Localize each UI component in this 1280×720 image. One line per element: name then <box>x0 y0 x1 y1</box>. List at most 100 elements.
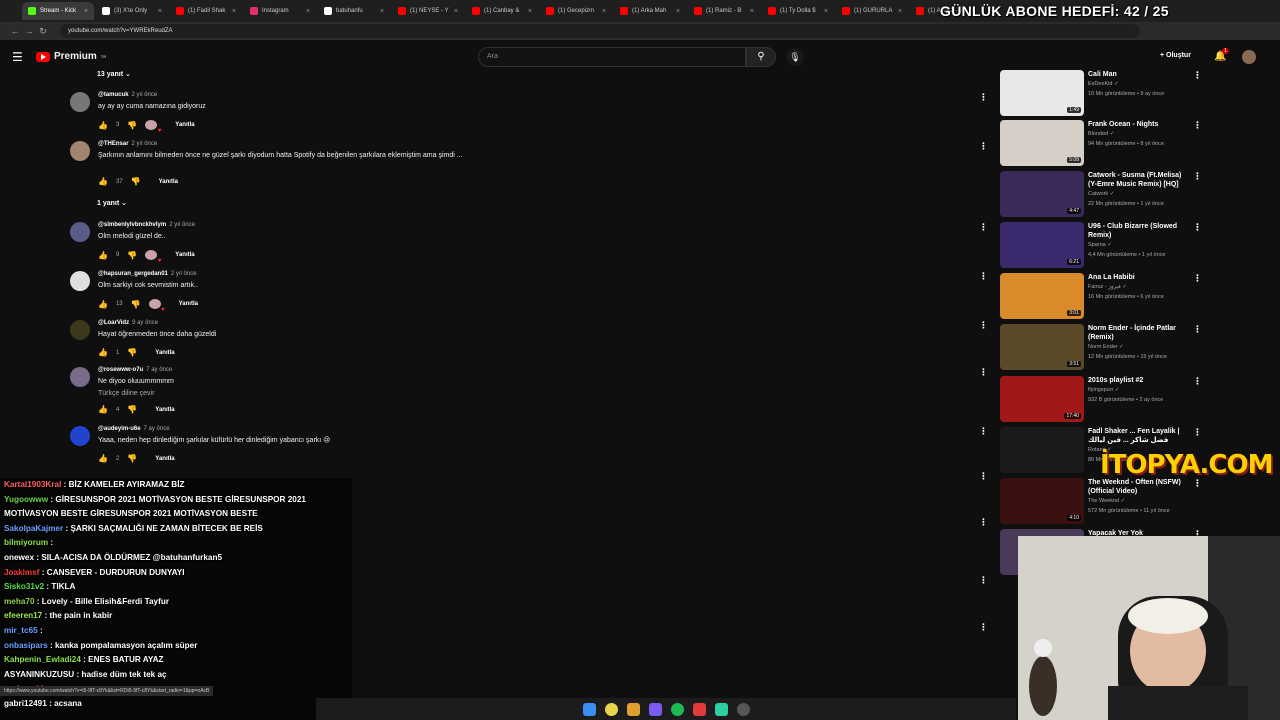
video-thumbnail[interactable]: 3:51 <box>1000 324 1084 370</box>
back-icon[interactable]: ← <box>8 26 22 36</box>
file-explorer-icon[interactable] <box>626 702 640 716</box>
replies-toggle[interactable]: 1 yanıt ⌄ <box>97 199 127 207</box>
mic-button[interactable]: 🎙 <box>786 48 804 66</box>
video-channel[interactable]: Norm Ender ✓ <box>1088 344 1124 350</box>
related-video[interactable]: 6:21 U96 - Club Bizarre (Slowed Remix) Spa… <box>1000 222 1205 270</box>
video-title[interactable]: 2010s playlist #2 <box>1088 376 1188 385</box>
video-title[interactable]: Fadl Shaker ... Fen Layalik | فضل شاكر .… <box>1088 427 1188 445</box>
more-actions-icon[interactable]: ⋮ <box>979 271 988 282</box>
video-title[interactable]: Ana La Habibi <box>1088 273 1188 282</box>
avatar[interactable] <box>70 426 90 446</box>
search-input[interactable]: Ara <box>478 47 746 67</box>
reply-button[interactable]: Yanıtla <box>155 456 174 462</box>
menu-icon[interactable]: ☰ <box>12 50 23 64</box>
related-video[interactable]: 4:47 Catwork - Susma (Ft.Melisa) (Y-Emre … <box>1000 171 1205 219</box>
browser-tab[interactable]: (1) Ty Dolla $ × <box>762 2 834 20</box>
comment-time[interactable]: 2 yıl önce <box>171 271 197 277</box>
app-green-icon[interactable] <box>714 702 728 716</box>
browser-tab[interactable]: (1) NEYSE - Y × <box>392 2 464 20</box>
video-channel[interactable]: Sparna ✓ <box>1088 242 1112 248</box>
more-actions-icon[interactable]: ⋮ <box>1193 273 1202 284</box>
like-icon[interactable]: 👍 <box>98 177 108 186</box>
more-actions-icon[interactable]: ⋮ <box>1193 376 1202 387</box>
comment-author[interactable]: @audeyim-u6e <box>98 426 141 432</box>
close-icon[interactable]: × <box>158 8 162 15</box>
video-title[interactable]: Norm Ender - İçinde Patlar (Remix) <box>1088 324 1188 342</box>
browser-tab[interactable]: (1) Arka Mah × <box>614 2 686 20</box>
search-button[interactable]: ⚲ <box>746 47 776 67</box>
related-video[interactable]: 5:08 Frank Ocean - Nights Blonded ✓ 94 Mn g… <box>1000 120 1205 168</box>
spotify-icon[interactable] <box>670 702 684 716</box>
like-icon[interactable]: 👍 <box>98 348 108 357</box>
comment-time[interactable]: 7 ay önce <box>144 426 170 432</box>
like-icon[interactable]: 👍 <box>98 251 108 260</box>
browser-tab[interactable]: (1) Canbay & × <box>466 2 538 20</box>
more-actions-icon[interactable]: ⋮ <box>979 426 988 437</box>
comment-time[interactable]: 9 ay önce <box>132 320 158 326</box>
comment-author[interactable]: @hapsuran_gergedan01 <box>98 271 168 277</box>
close-icon[interactable]: × <box>750 8 754 15</box>
video-thumbnail[interactable]: 1:49 <box>1000 70 1084 116</box>
comment-author[interactable]: @THEnsar <box>98 141 129 147</box>
more-actions-icon[interactable]: ⋮ <box>979 92 988 103</box>
video-title[interactable]: Catwork - Susma (Ft.Melisa) (Y-Emre Musi… <box>1088 171 1188 189</box>
related-video[interactable]: 3:01 Ana La Habibi Fairuz - فيروز ✓ 16 Mn g… <box>1000 273 1205 321</box>
dislike-icon[interactable]: 👎 <box>127 121 137 130</box>
related-video[interactable]: 1:49 Cali Man EsDeeKid ✓ 10 Mn görüntüleme … <box>1000 70 1205 118</box>
browser-tab[interactable]: (1) Fadil Shak × <box>170 2 242 20</box>
like-icon[interactable]: 👍 <box>98 121 108 130</box>
close-icon[interactable]: × <box>602 8 606 15</box>
video-channel[interactable]: Catwork ✓ <box>1088 191 1114 197</box>
more-actions-icon[interactable]: ⋮ <box>979 622 988 633</box>
avatar[interactable] <box>70 92 90 112</box>
related-video[interactable]: 17:40 2010s playlist #2 flyingspurr ✓ 932 B… <box>1000 376 1205 424</box>
close-icon[interactable]: × <box>824 8 828 15</box>
close-icon[interactable]: × <box>232 8 236 15</box>
browser-tab[interactable]: (1) Ramiz - B × <box>688 2 760 20</box>
youtube-logo[interactable]: Premium TR <box>36 51 106 62</box>
translate-link[interactable]: Türkçe diline çevir <box>98 389 468 399</box>
close-icon[interactable]: × <box>306 8 310 15</box>
avatar[interactable] <box>70 141 90 161</box>
browser-tab[interactable]: Stream - Kick × <box>22 2 94 20</box>
related-video[interactable]: 3:51 Norm Ender - İçinde Patlar (Remix) No… <box>1000 324 1205 372</box>
reply-button[interactable]: Yanıtla <box>155 407 174 413</box>
replies-toggle-top[interactable]: 13 yanıt ⌄ <box>97 70 131 78</box>
video-channel[interactable]: Fairuz - فيروز ✓ <box>1088 284 1127 290</box>
video-channel[interactable]: Blonded ✓ <box>1088 131 1114 137</box>
close-icon[interactable]: × <box>380 8 384 15</box>
comment-author[interactable]: @tamucuk <box>98 92 129 98</box>
reply-button[interactable]: Yanıtla <box>175 122 194 128</box>
video-title[interactable]: Frank Ocean - Nights <box>1088 120 1188 129</box>
obs-icon[interactable] <box>736 702 750 716</box>
video-thumbnail[interactable]: 6:21 <box>1000 222 1084 268</box>
more-actions-icon[interactable]: ⋮ <box>979 471 988 482</box>
video-thumbnail[interactable] <box>1000 427 1084 473</box>
url-input[interactable]: youtube.com/watch?v=YWREkReudZA <box>60 24 1140 38</box>
app-x-icon[interactable] <box>692 702 706 716</box>
more-actions-icon[interactable]: ⋮ <box>979 222 988 233</box>
video-thumbnail[interactable]: 4:10 <box>1000 478 1084 524</box>
video-channel[interactable]: The Weeknd ✓ <box>1088 498 1125 504</box>
more-actions-icon[interactable]: ⋮ <box>979 517 988 528</box>
comment-time[interactable]: 7 ay önce <box>146 367 172 373</box>
browser-tab[interactable]: Instagram × <box>244 2 316 20</box>
avatar[interactable] <box>70 271 90 291</box>
create-button[interactable]: + Oluştur <box>1160 52 1191 59</box>
like-icon[interactable]: 👍 <box>98 454 108 463</box>
reply-button[interactable]: Yanıtla <box>175 252 194 258</box>
more-actions-icon[interactable]: ⋮ <box>1193 222 1202 233</box>
more-actions-icon[interactable]: ⋮ <box>1193 427 1202 438</box>
avatar[interactable] <box>70 367 90 387</box>
comment-author[interactable]: @LoarVidz <box>98 320 129 326</box>
more-actions-icon[interactable]: ⋮ <box>979 367 988 378</box>
video-thumbnail[interactable]: 3:01 <box>1000 273 1084 319</box>
reply-button[interactable]: Yanıtla <box>155 350 174 356</box>
more-actions-icon[interactable]: ⋮ <box>1193 171 1202 182</box>
close-icon[interactable]: × <box>676 8 680 15</box>
more-actions-icon[interactable]: ⋮ <box>1193 324 1202 335</box>
dislike-icon[interactable]: 👎 <box>127 454 137 463</box>
video-title[interactable]: U96 - Club Bizarre (Slowed Remix) <box>1088 222 1188 240</box>
video-thumbnail[interactable]: 4:47 <box>1000 171 1084 217</box>
video-title[interactable]: The Weeknd - Often (NSFW) (Official Vide… <box>1088 478 1188 496</box>
